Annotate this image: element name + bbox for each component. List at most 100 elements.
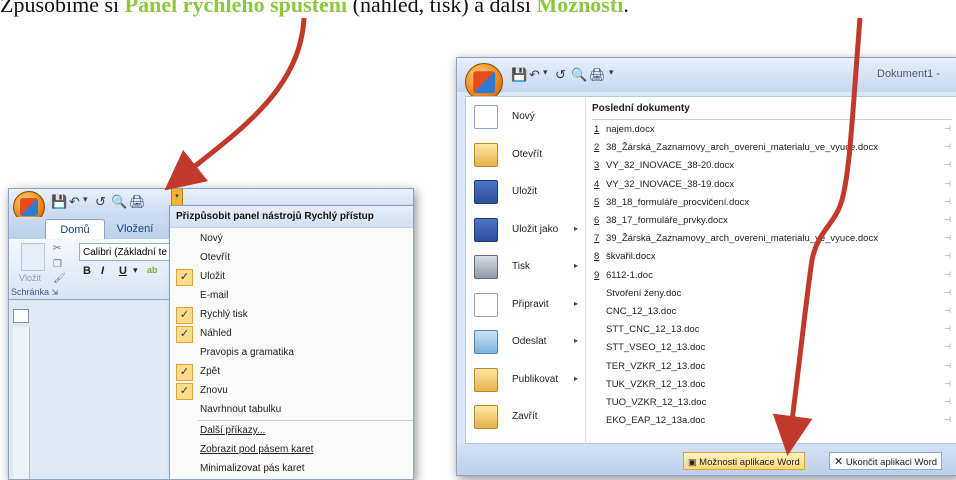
recent-document[interactable]: 2 38_Žárská_Zaznamovy_arch_overeni_materi… xyxy=(594,142,878,153)
pin-icon[interactable]: ⊣ xyxy=(944,251,951,260)
recent-document[interactable]: TUK_VZKR_12_13.doc xyxy=(594,379,705,390)
recent-document-name: TER_VZKR_12_13.doc xyxy=(606,360,706,372)
pin-icon[interactable]: ⊣ xyxy=(944,324,951,333)
menu-item[interactable]: Otevřít xyxy=(200,249,230,267)
pin-icon[interactable]: ⊣ xyxy=(944,179,951,188)
pin-icon[interactable]: ⊣ xyxy=(944,361,951,370)
menu-item[interactable]: Nový xyxy=(200,230,223,248)
recent-document-name: 6112-1.doc xyxy=(606,269,653,281)
pin-icon[interactable]: ⊣ xyxy=(944,233,951,242)
menu-item-7[interactable]: Publikovat ▸ xyxy=(466,364,586,400)
paste-label[interactable]: Vložit xyxy=(19,273,41,283)
divider xyxy=(592,119,952,120)
menu-item-1[interactable]: Otevřít xyxy=(466,139,586,175)
caption-part: Způsobíme si xyxy=(0,0,125,17)
exit-word-button[interactable]: ✕ Ukončit aplikaci Word xyxy=(829,452,943,470)
recent-document[interactable]: STT_CNC_12_13.doc xyxy=(594,324,699,335)
recent-document-number: 7 xyxy=(594,233,600,245)
pin-icon[interactable]: ⊣ xyxy=(944,288,951,297)
pin-icon[interactable]: ⊣ xyxy=(944,415,951,424)
recent-document[interactable]: 6 38_17_formuláře_prvky.docx xyxy=(594,215,728,226)
save-icon xyxy=(474,180,498,204)
menu-item-6[interactable]: Odeslat ▸ xyxy=(466,326,586,362)
tab-insert[interactable]: Vložení xyxy=(107,219,163,239)
menu-item-4[interactable]: Tisk ▸ xyxy=(466,251,586,287)
recent-document[interactable]: 3 VY_32_INOVACE_38-20.docx xyxy=(594,160,734,171)
quick-print-icon[interactable]: 🖨 xyxy=(589,67,606,83)
menu-item-3[interactable]: Uložit jako ▸ xyxy=(466,214,586,250)
recent-document[interactable]: 9 6112-1.doc xyxy=(594,270,653,281)
undo-icon[interactable]: ↶ xyxy=(69,194,80,210)
menu-item[interactable]: Zobrazit pod pásem karet xyxy=(200,441,313,459)
redo-icon[interactable]: ↺ xyxy=(95,194,106,210)
pin-icon[interactable]: ⊣ xyxy=(944,342,951,351)
format-painter-icon[interactable]: 🖌 xyxy=(53,273,66,284)
print-preview-icon[interactable]: 🔍 xyxy=(111,194,127,210)
italic-button[interactable]: I xyxy=(101,265,104,277)
menu-item-8[interactable]: Zavřít xyxy=(466,401,586,437)
paste-icon[interactable] xyxy=(21,243,45,271)
menu-item[interactable]: Znovu xyxy=(200,382,228,400)
pin-icon[interactable]: ⊣ xyxy=(944,197,951,206)
menu-item[interactable]: Rychlý tisk xyxy=(200,306,248,324)
recent-document[interactable]: 8 škvařil.docx xyxy=(594,251,656,262)
menu-item[interactable]: Minimalizovat pás karet xyxy=(200,460,304,478)
recent-document[interactable]: 5 38_18_formuláře_procvičení.docx xyxy=(594,197,749,208)
dropdown-arrow-icon[interactable]: ▾ xyxy=(543,67,548,78)
recent-document-name: 38_17_formuláře_prvky.docx xyxy=(606,215,728,226)
dropdown-arrow-icon[interactable]: ▾ xyxy=(83,194,88,205)
underline-button[interactable]: U xyxy=(119,265,127,277)
tab-home[interactable]: Domů xyxy=(45,219,105,240)
printer-icon xyxy=(474,255,498,279)
cut-icon[interactable]: ✂ xyxy=(53,243,61,254)
menu-item[interactable]: Pravopis a gramatika xyxy=(200,344,294,362)
caption-highlight-options: Možnosti xyxy=(536,0,624,17)
customize-quick-access-button[interactable]: ▾ xyxy=(609,67,614,78)
menu-item[interactable]: E-mail xyxy=(200,287,228,305)
dialog-launcher-icon[interactable]: ⇲ xyxy=(52,288,59,297)
bold-button[interactable]: B xyxy=(83,265,91,277)
send-icon xyxy=(474,330,498,354)
print-preview-icon[interactable]: 🔍 xyxy=(571,67,587,83)
recent-document[interactable]: TER_VZKR_12_13.doc xyxy=(594,361,705,372)
recent-document[interactable]: CNC_12_13.doc xyxy=(594,306,676,317)
recent-document[interactable]: 7 39_Žárská_Zaznamovy_arch_overeni_materi… xyxy=(594,233,878,244)
pin-icon[interactable]: ⊣ xyxy=(944,270,951,279)
copy-icon[interactable]: ❐ xyxy=(53,259,62,270)
word-options-button[interactable]: ▣ Možnosti aplikace Word xyxy=(683,452,805,470)
menu-title: Přizpůsobit panel nástrojů Rychlý přístu… xyxy=(170,206,413,228)
strikethrough-icon[interactable]: ab xyxy=(147,265,158,275)
save-icon[interactable]: 💾 xyxy=(51,194,67,210)
menu-item[interactable]: Náhled xyxy=(200,325,232,343)
tab-stop-selector[interactable] xyxy=(13,309,29,323)
pin-icon[interactable]: ⊣ xyxy=(944,124,951,133)
recent-document[interactable]: STT_VSEO_12_13.doc xyxy=(594,342,705,353)
undo-icon[interactable]: ↶ xyxy=(529,67,540,83)
recent-document-name: VY_32_INOVACE_38-19.docx xyxy=(606,178,735,190)
recent-document[interactable]: 4 VY_32_INOVACE_38-19.docx xyxy=(594,179,734,190)
font-name-box[interactable]: Calibri (Základní te xyxy=(79,243,171,261)
quick-print-icon[interactable]: 🖨 xyxy=(129,194,146,210)
menu-item-5[interactable]: Připravit ▸ xyxy=(466,289,586,325)
menu-item[interactable]: Navrhnout tabulku xyxy=(200,401,281,419)
recent-document[interactable]: Stvoření ženy.doc xyxy=(594,288,681,299)
menu-item[interactable]: Další příkazy... xyxy=(200,422,265,440)
pin-icon[interactable]: ⊣ xyxy=(944,160,951,169)
menu-item-0[interactable]: Nový xyxy=(466,101,586,137)
recent-document[interactable]: EKO_EAP_12_13a.doc xyxy=(594,415,705,426)
pin-icon[interactable]: ⊣ xyxy=(944,215,951,224)
pin-icon[interactable]: ⊣ xyxy=(944,306,951,315)
recent-document-name: najem.docx xyxy=(606,124,655,135)
dropdown-arrow-icon[interactable]: ▾ xyxy=(133,265,138,276)
recent-document[interactable]: 1 najem.docx xyxy=(594,124,655,135)
recent-document[interactable]: TUO_VZKR_12_13.doc xyxy=(594,397,706,408)
menu-item[interactable]: Zpět xyxy=(200,363,220,381)
menu-item[interactable]: Uložit xyxy=(200,268,225,286)
pin-icon[interactable]: ⊣ xyxy=(944,142,951,151)
redo-icon[interactable]: ↺ xyxy=(555,67,566,83)
save-icon[interactable]: 💾 xyxy=(511,67,527,83)
recent-document-name: TUK_VZKR_12_13.doc xyxy=(606,378,706,390)
menu-item-2[interactable]: Uložit xyxy=(466,176,586,212)
pin-icon[interactable]: ⊣ xyxy=(944,397,951,406)
pin-icon[interactable]: ⊣ xyxy=(944,379,951,388)
